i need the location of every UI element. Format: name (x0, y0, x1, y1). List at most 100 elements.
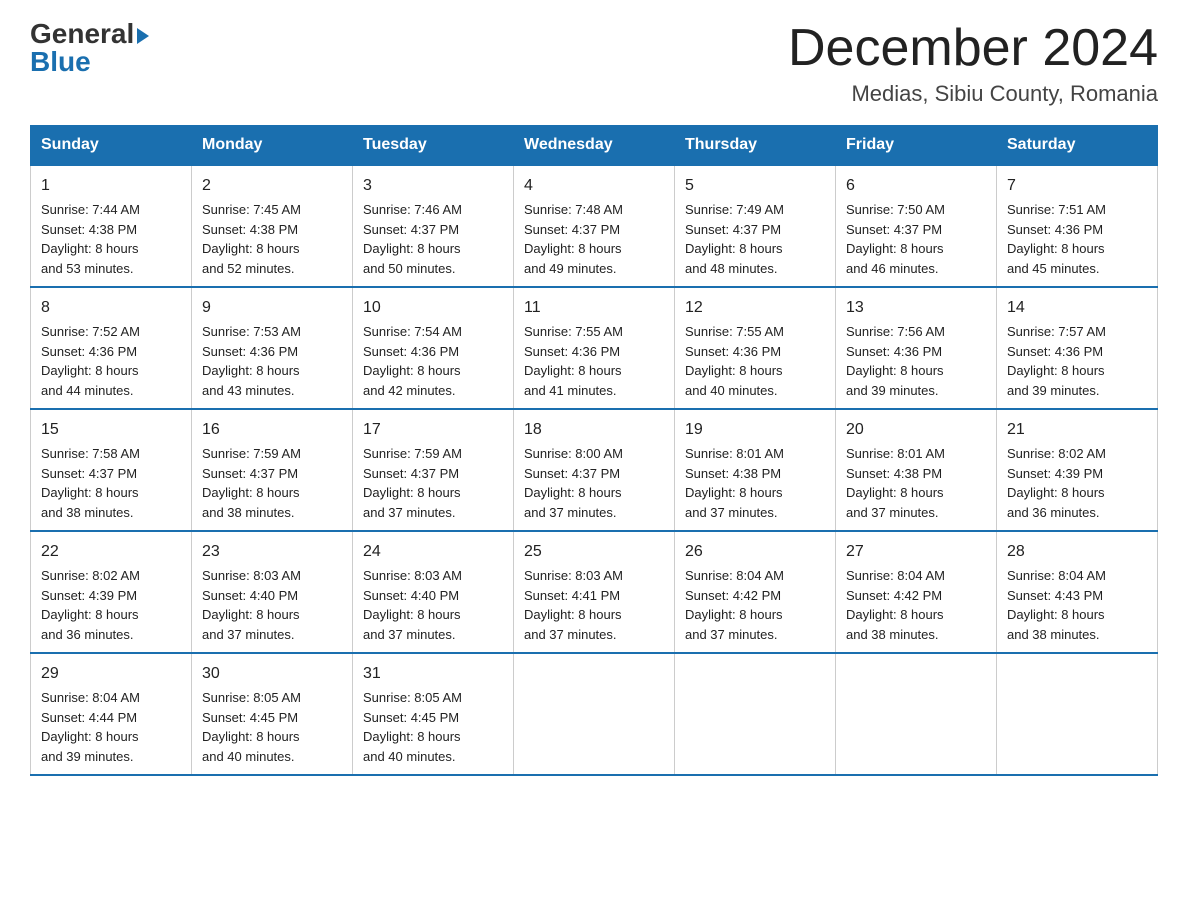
day-info: Sunrise: 7:59 AMSunset: 4:37 PMDaylight:… (202, 446, 301, 520)
logo-general: General (30, 20, 134, 48)
location-subtitle: Medias, Sibiu County, Romania (788, 81, 1158, 107)
day-number: 24 (363, 540, 503, 564)
day-number: 4 (524, 174, 664, 198)
day-info: Sunrise: 7:52 AMSunset: 4:36 PMDaylight:… (41, 324, 140, 398)
day-number: 7 (1007, 174, 1147, 198)
day-info: Sunrise: 7:44 AMSunset: 4:38 PMDaylight:… (41, 202, 140, 276)
day-number: 31 (363, 662, 503, 686)
main-title: December 2024 (788, 20, 1158, 77)
day-number: 30 (202, 662, 342, 686)
day-info: Sunrise: 7:51 AMSunset: 4:36 PMDaylight:… (1007, 202, 1106, 276)
table-row: 22 Sunrise: 8:02 AMSunset: 4:39 PMDaylig… (31, 531, 192, 653)
table-row (514, 653, 675, 775)
day-number: 23 (202, 540, 342, 564)
table-row: 31 Sunrise: 8:05 AMSunset: 4:45 PMDaylig… (353, 653, 514, 775)
day-number: 16 (202, 418, 342, 442)
day-number: 28 (1007, 540, 1147, 564)
calendar-week-1: 1 Sunrise: 7:44 AMSunset: 4:38 PMDayligh… (31, 165, 1158, 287)
day-number: 1 (41, 174, 181, 198)
table-row: 8 Sunrise: 7:52 AMSunset: 4:36 PMDayligh… (31, 287, 192, 409)
day-info: Sunrise: 7:58 AMSunset: 4:37 PMDaylight:… (41, 446, 140, 520)
day-number: 17 (363, 418, 503, 442)
day-info: Sunrise: 7:49 AMSunset: 4:37 PMDaylight:… (685, 202, 784, 276)
table-row: 20 Sunrise: 8:01 AMSunset: 4:38 PMDaylig… (836, 409, 997, 531)
table-row: 28 Sunrise: 8:04 AMSunset: 4:43 PMDaylig… (997, 531, 1158, 653)
day-number: 29 (41, 662, 181, 686)
day-info: Sunrise: 7:57 AMSunset: 4:36 PMDaylight:… (1007, 324, 1106, 398)
page-header: General Blue December 2024 Medias, Sibiu… (30, 20, 1158, 107)
day-info: Sunrise: 8:04 AMSunset: 4:42 PMDaylight:… (846, 568, 945, 642)
day-number: 20 (846, 418, 986, 442)
day-number: 12 (685, 296, 825, 320)
table-row: 1 Sunrise: 7:44 AMSunset: 4:38 PMDayligh… (31, 165, 192, 287)
day-number: 3 (363, 174, 503, 198)
day-info: Sunrise: 7:59 AMSunset: 4:37 PMDaylight:… (363, 446, 462, 520)
table-row: 14 Sunrise: 7:57 AMSunset: 4:36 PMDaylig… (997, 287, 1158, 409)
table-row (836, 653, 997, 775)
table-row: 16 Sunrise: 7:59 AMSunset: 4:37 PMDaylig… (192, 409, 353, 531)
day-info: Sunrise: 7:48 AMSunset: 4:37 PMDaylight:… (524, 202, 623, 276)
day-info: Sunrise: 7:54 AMSunset: 4:36 PMDaylight:… (363, 324, 462, 398)
logo-triangle-icon (137, 28, 149, 44)
day-info: Sunrise: 7:56 AMSunset: 4:36 PMDaylight:… (846, 324, 945, 398)
day-info: Sunrise: 8:00 AMSunset: 4:37 PMDaylight:… (524, 446, 623, 520)
calendar-week-2: 8 Sunrise: 7:52 AMSunset: 4:36 PMDayligh… (31, 287, 1158, 409)
table-row (997, 653, 1158, 775)
day-number: 6 (846, 174, 986, 198)
col-monday: Monday (192, 126, 353, 166)
day-info: Sunrise: 8:04 AMSunset: 4:44 PMDaylight:… (41, 690, 140, 764)
table-row: 6 Sunrise: 7:50 AMSunset: 4:37 PMDayligh… (836, 165, 997, 287)
day-info: Sunrise: 7:46 AMSunset: 4:37 PMDaylight:… (363, 202, 462, 276)
day-info: Sunrise: 8:05 AMSunset: 4:45 PMDaylight:… (363, 690, 462, 764)
table-row: 12 Sunrise: 7:55 AMSunset: 4:36 PMDaylig… (675, 287, 836, 409)
table-row: 9 Sunrise: 7:53 AMSunset: 4:36 PMDayligh… (192, 287, 353, 409)
day-info: Sunrise: 8:03 AMSunset: 4:40 PMDaylight:… (363, 568, 462, 642)
col-thursday: Thursday (675, 126, 836, 166)
table-row: 4 Sunrise: 7:48 AMSunset: 4:37 PMDayligh… (514, 165, 675, 287)
table-row: 15 Sunrise: 7:58 AMSunset: 4:37 PMDaylig… (31, 409, 192, 531)
table-row: 21 Sunrise: 8:02 AMSunset: 4:39 PMDaylig… (997, 409, 1158, 531)
day-info: Sunrise: 8:04 AMSunset: 4:42 PMDaylight:… (685, 568, 784, 642)
day-number: 14 (1007, 296, 1147, 320)
day-info: Sunrise: 8:02 AMSunset: 4:39 PMDaylight:… (1007, 446, 1106, 520)
day-info: Sunrise: 7:55 AMSunset: 4:36 PMDaylight:… (524, 324, 623, 398)
day-number: 15 (41, 418, 181, 442)
logo-blue: Blue (30, 46, 91, 77)
logo: General Blue (30, 20, 149, 76)
table-row: 30 Sunrise: 8:05 AMSunset: 4:45 PMDaylig… (192, 653, 353, 775)
day-info: Sunrise: 7:55 AMSunset: 4:36 PMDaylight:… (685, 324, 784, 398)
calendar-week-4: 22 Sunrise: 8:02 AMSunset: 4:39 PMDaylig… (31, 531, 1158, 653)
day-number: 19 (685, 418, 825, 442)
calendar-header-row: Sunday Monday Tuesday Wednesday Thursday… (31, 126, 1158, 166)
day-info: Sunrise: 8:03 AMSunset: 4:40 PMDaylight:… (202, 568, 301, 642)
day-number: 22 (41, 540, 181, 564)
day-info: Sunrise: 8:03 AMSunset: 4:41 PMDaylight:… (524, 568, 623, 642)
day-number: 13 (846, 296, 986, 320)
calendar-table: Sunday Monday Tuesday Wednesday Thursday… (30, 125, 1158, 776)
col-friday: Friday (836, 126, 997, 166)
day-info: Sunrise: 7:50 AMSunset: 4:37 PMDaylight:… (846, 202, 945, 276)
table-row: 5 Sunrise: 7:49 AMSunset: 4:37 PMDayligh… (675, 165, 836, 287)
table-row: 13 Sunrise: 7:56 AMSunset: 4:36 PMDaylig… (836, 287, 997, 409)
col-tuesday: Tuesday (353, 126, 514, 166)
day-number: 26 (685, 540, 825, 564)
col-sunday: Sunday (31, 126, 192, 166)
title-section: December 2024 Medias, Sibiu County, Roma… (788, 20, 1158, 107)
table-row: 7 Sunrise: 7:51 AMSunset: 4:36 PMDayligh… (997, 165, 1158, 287)
table-row: 26 Sunrise: 8:04 AMSunset: 4:42 PMDaylig… (675, 531, 836, 653)
table-row: 18 Sunrise: 8:00 AMSunset: 4:37 PMDaylig… (514, 409, 675, 531)
day-number: 2 (202, 174, 342, 198)
day-number: 9 (202, 296, 342, 320)
day-info: Sunrise: 8:01 AMSunset: 4:38 PMDaylight:… (685, 446, 784, 520)
day-number: 5 (685, 174, 825, 198)
table-row: 17 Sunrise: 7:59 AMSunset: 4:37 PMDaylig… (353, 409, 514, 531)
day-info: Sunrise: 8:04 AMSunset: 4:43 PMDaylight:… (1007, 568, 1106, 642)
day-number: 10 (363, 296, 503, 320)
col-saturday: Saturday (997, 126, 1158, 166)
calendar-week-5: 29 Sunrise: 8:04 AMSunset: 4:44 PMDaylig… (31, 653, 1158, 775)
table-row: 2 Sunrise: 7:45 AMSunset: 4:38 PMDayligh… (192, 165, 353, 287)
table-row: 27 Sunrise: 8:04 AMSunset: 4:42 PMDaylig… (836, 531, 997, 653)
table-row: 23 Sunrise: 8:03 AMSunset: 4:40 PMDaylig… (192, 531, 353, 653)
day-info: Sunrise: 8:02 AMSunset: 4:39 PMDaylight:… (41, 568, 140, 642)
table-row: 29 Sunrise: 8:04 AMSunset: 4:44 PMDaylig… (31, 653, 192, 775)
